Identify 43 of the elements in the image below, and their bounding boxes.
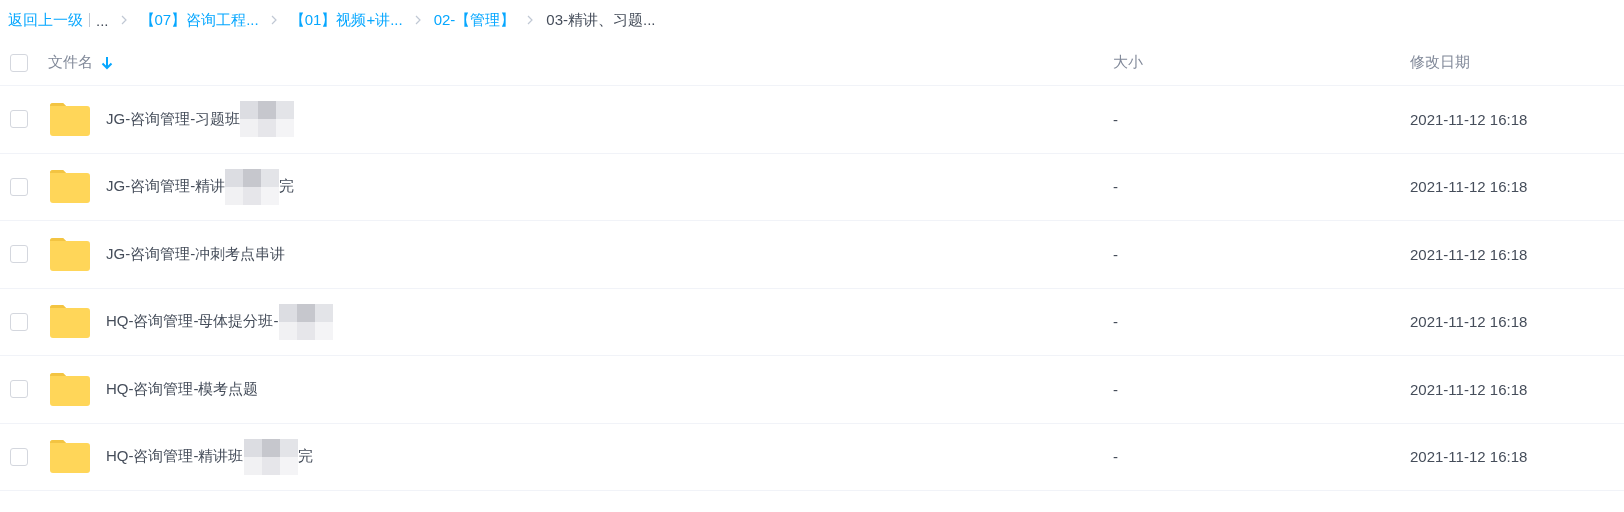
size-cell: - [1113, 313, 1118, 331]
select-all-checkbox[interactable] [10, 53, 28, 72]
file-name[interactable]: HQ-咨询管理-母体提分班- [106, 312, 279, 332]
file-name[interactable]: JG-咨询管理-精讲 [106, 177, 226, 197]
size-cell: - [1113, 178, 1118, 196]
column-header[interactable]: 大小 [1113, 53, 1143, 70]
breadcrumb-item[interactable]: 03-精讲、习题... [546, 10, 656, 30]
chevron-icon [120, 15, 128, 25]
date-cell: 2021-11-12 16:18 [1410, 178, 1528, 196]
row-checkbox[interactable] [10, 245, 28, 264]
date-cell: 2021-11-12 16:18 [1410, 245, 1528, 263]
sort-arrow-icon[interactable] [101, 55, 113, 70]
date-cell: 2021-11-12 16:18 [1410, 448, 1528, 466]
file-name-suffix: 完 [279, 177, 295, 197]
row-checkbox[interactable] [10, 110, 28, 129]
date-cell: 2021-11-12 16:18 [1410, 380, 1528, 398]
chevron-icon [527, 15, 535, 25]
file-name[interactable]: JG-咨询管理-冲刺考点串讲 [106, 244, 286, 264]
column-header[interactable]: 文件名 [48, 53, 93, 72]
folder-icon [50, 440, 90, 474]
column-header[interactable]: 修改日期 [1410, 53, 1470, 70]
file-name[interactable]: HQ-咨询管理-模考点题 [106, 379, 259, 399]
date-cell: 2021-11-12 16:18 [1410, 313, 1528, 331]
folder-icon [50, 170, 90, 204]
row-checkbox[interactable] [10, 447, 28, 466]
date-cell: 2021-11-12 16:18 [1410, 110, 1528, 128]
folder-icon [50, 305, 90, 339]
file-name[interactable]: HQ-咨询管理-精讲班 [106, 447, 244, 467]
folder-icon [50, 237, 90, 271]
breadcrumb-item[interactable]: ... [96, 11, 109, 29]
chevron-icon [414, 15, 422, 25]
row-checkbox[interactable] [10, 177, 28, 196]
size-cell: - [1113, 380, 1118, 398]
file-name[interactable]: JG-咨询管理-习题班 [106, 109, 241, 129]
size-cell: - [1113, 448, 1118, 466]
folder-icon [50, 372, 90, 406]
row-checkbox[interactable] [10, 380, 28, 399]
size-cell: - [1113, 110, 1118, 128]
size-cell: - [1113, 245, 1118, 263]
folder-icon [50, 102, 90, 136]
row-checkbox[interactable] [10, 312, 28, 331]
chevron-icon [270, 15, 278, 25]
file-name-suffix: 完 [297, 447, 313, 467]
